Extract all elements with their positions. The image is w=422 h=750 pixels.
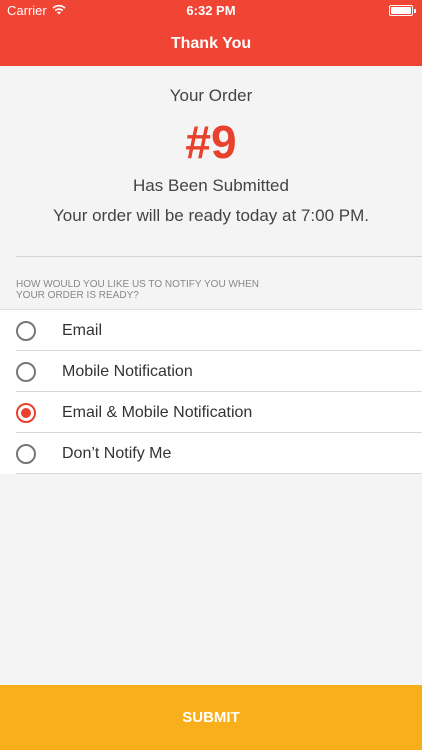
radio-button[interactable] <box>16 361 36 382</box>
battery-tip <box>414 8 416 13</box>
notify-options-list: Email Mobile Notification Email & Mobile… <box>0 309 422 474</box>
notify-option-email[interactable]: Email <box>0 310 422 351</box>
radio-button[interactable] <box>16 443 36 464</box>
status-bar: Carrier 6:32 PM <box>0 0 422 22</box>
option-label: Email <box>62 321 103 339</box>
notify-section-header: HOW WOULD YOU LIKE US TO NOTIFY YOU WHEN… <box>16 279 259 301</box>
status-time: 6:32 PM <box>186 3 236 18</box>
submit-button[interactable]: SUBMIT <box>0 685 422 750</box>
battery-body <box>389 5 413 16</box>
radio-button[interactable] <box>16 402 36 423</box>
radio-button[interactable] <box>16 320 36 341</box>
option-label: Email & Mobile Notification <box>62 403 253 421</box>
battery-icon <box>389 5 416 16</box>
notify-option-none[interactable]: Don’t Notify Me <box>0 433 422 474</box>
notify-option-mobile[interactable]: Mobile Notification <box>0 351 422 392</box>
divider <box>16 256 422 257</box>
notify-option-email-and-mobile[interactable]: Email & Mobile Notification <box>0 392 422 433</box>
order-ready-time: Your order will be ready today at 7:00 P… <box>53 206 369 225</box>
option-label: Mobile Notification <box>62 362 193 380</box>
submit-label: SUBMIT <box>182 709 240 726</box>
nav-bar: Thank You <box>0 22 422 66</box>
option-label: Don’t Notify Me <box>62 444 172 462</box>
order-title: Your Order <box>169 86 253 105</box>
order-number: #9 <box>185 116 237 168</box>
order-subtitle: Has Been Submitted <box>133 176 289 195</box>
battery-fill <box>391 7 411 14</box>
page-title: Thank You <box>170 35 252 52</box>
